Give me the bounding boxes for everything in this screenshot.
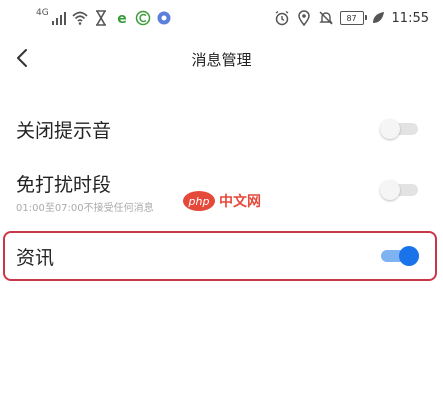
hourglass-icon (95, 10, 106, 26)
setting-label: 资讯 (16, 247, 55, 269)
setting-row-news: 资讯 (0, 233, 443, 279)
setting-label: 关闭提示音 (16, 120, 112, 142)
status-left-icons: 4G e (36, 8, 172, 27)
mute-bell-icon (318, 11, 333, 25)
do-not-disturb-toggle[interactable] (380, 179, 418, 200)
svg-text:e: e (117, 11, 127, 26)
watermark-logo: php (183, 191, 215, 211)
network-type: 4G (36, 8, 49, 18)
page-header: 消息管理 (0, 40, 443, 76)
app-blue-icon (157, 11, 171, 25)
app-c-icon (135, 10, 150, 26)
watermark: php 中文网 (183, 191, 261, 211)
status-bar: 4G e 87 11:55 (0, 0, 443, 36)
setting-sublabel: 01:00至07:00不接受任何消息 (16, 203, 154, 214)
watermark-text: 中文网 (219, 194, 261, 210)
leaf-icon (372, 12, 384, 23)
page-title: 消息管理 (191, 51, 252, 69)
status-right-icons: 87 11:55 (274, 9, 429, 27)
wifi-icon (72, 11, 88, 25)
location-icon (297, 10, 310, 26)
setting-row-mute-sound: 关闭提示音 (0, 108, 443, 148)
signal-icon (51, 12, 66, 25)
mute-sound-toggle[interactable] (380, 118, 418, 139)
alarm-icon (275, 10, 288, 26)
setting-label: 免打扰时段 (16, 174, 112, 196)
clock: 11:55 (391, 10, 429, 26)
news-toggle[interactable] (381, 245, 419, 266)
browser-e-icon: e (117, 11, 127, 26)
battery-icon: 87 (339, 11, 367, 25)
